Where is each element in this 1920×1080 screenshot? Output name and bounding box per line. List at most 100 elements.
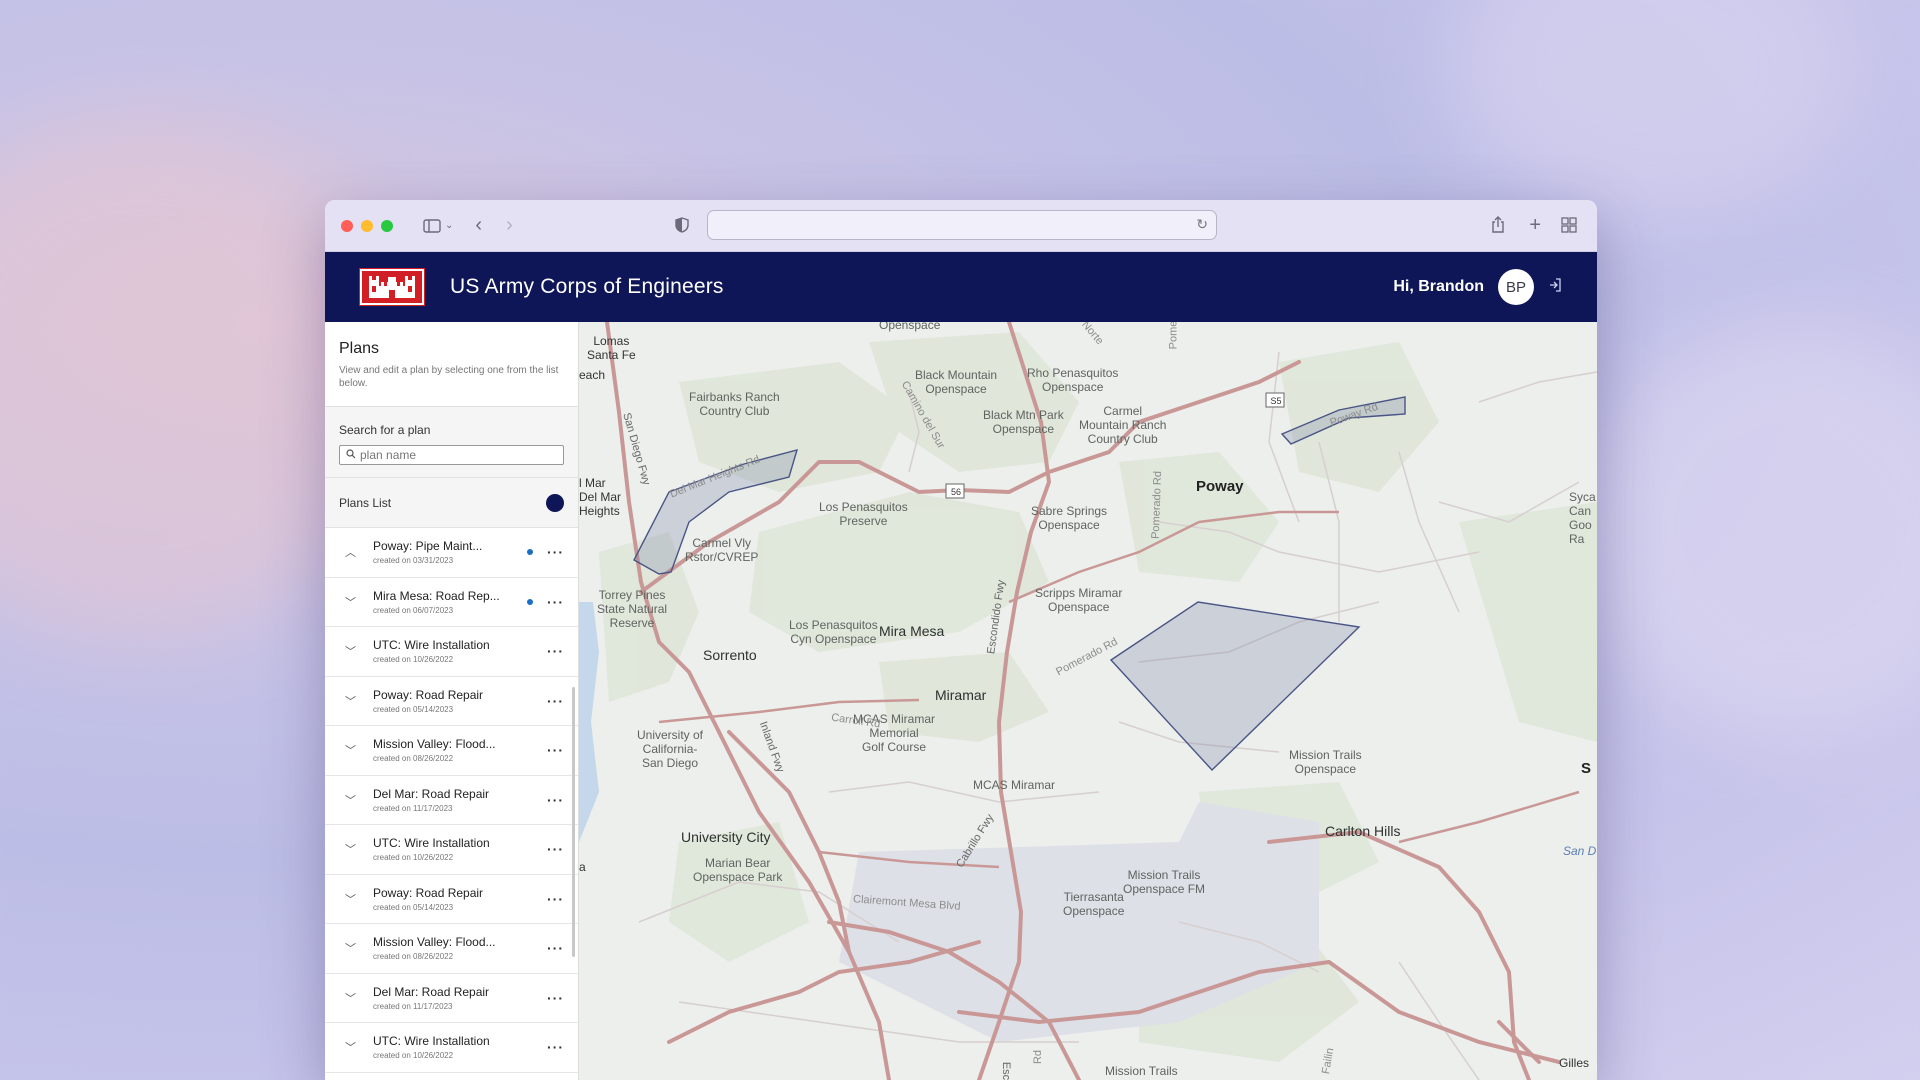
chevron-down-icon[interactable]: ⌄ — [445, 220, 453, 231]
search-input[interactable] — [360, 448, 540, 462]
chevron-down-icon[interactable]: ﹀ — [345, 693, 359, 709]
sidebar-toggle-icon[interactable] — [423, 218, 441, 233]
chevron-down-icon[interactable]: ﹀ — [345, 643, 359, 659]
more-options-icon[interactable]: ··· — [547, 990, 564, 1006]
plan-date: created on 11/17/2023 — [373, 803, 453, 813]
logout-icon[interactable] — [1548, 278, 1562, 296]
window-controls — [341, 219, 393, 232]
road-label: Pome — [1167, 322, 1180, 350]
more-options-icon[interactable]: ··· — [547, 693, 564, 709]
plan-name: UTC: Wire Installation — [373, 836, 490, 851]
road-label: Esc — [1000, 1061, 1013, 1080]
plan-text: Mission Valley: Flood... created on 08/26… — [373, 737, 547, 763]
map-label: Marian Bear Openspace Park — [693, 856, 783, 884]
map-label: San D — [1563, 844, 1597, 858]
status-dot-icon — [527, 598, 533, 605]
chevron-down-icon[interactable]: ﹀ — [345, 891, 359, 907]
status-indicator[interactable] — [546, 493, 564, 512]
zoom-dot-icon[interactable] — [381, 219, 393, 232]
more-options-icon[interactable]: ··· — [547, 742, 564, 758]
app-title: US Army Corps of Engineers — [450, 275, 724, 298]
chevron-down-icon[interactable]: ﹀ — [345, 841, 359, 857]
chevron-up-icon[interactable]: ︿ — [345, 544, 359, 560]
minimize-dot-icon[interactable] — [361, 219, 373, 232]
plan-list-item[interactable]: ﹀ Mira Mesa: Road Rep... created on 06/07/… — [325, 578, 578, 627]
plan-list-item[interactable]: ﹀ Del Mar: Road Repair created on 11/17/20… — [325, 974, 578, 1023]
plan-list-item[interactable]: ﹀ UTC: Wire Installation created on 10/26/… — [325, 825, 578, 875]
close-dot-icon[interactable] — [341, 219, 353, 232]
map-label: Sabre Springs Openspace — [1031, 504, 1108, 532]
chevron-down-icon[interactable]: ﹀ — [345, 940, 359, 956]
status-dot-icon — [527, 549, 533, 556]
plan-text: Poway: Road Repair created on 05/14/2023 — [373, 886, 547, 912]
plan-list-item[interactable]: ︿ Poway: Pipe Maint... created on 03/31/20… — [325, 528, 578, 578]
plans-list-title: Plans List — [339, 495, 392, 510]
map-label: a — [579, 860, 586, 874]
more-options-icon[interactable]: ··· — [547, 643, 564, 659]
privacy-shield-icon[interactable] — [675, 217, 689, 233]
new-tab-icon[interactable]: + — [1529, 214, 1541, 237]
sidebar-description: View and edit a plan by selecting one fr… — [339, 365, 559, 389]
reload-icon[interactable]: ↻ — [1196, 216, 1208, 233]
avatar[interactable]: BP — [1498, 269, 1534, 305]
map-label: Torrey Pines State Natural Reserve — [597, 588, 668, 630]
browser-toolbar: ⌄ ‹ › ↻ + — [325, 200, 1597, 252]
map-label: Carmel Vly Rstor/CVREP — [685, 536, 759, 564]
plan-list-item[interactable]: ﹀ UTC: Wire Installation created on 10/26/… — [325, 1023, 578, 1073]
more-options-icon[interactable]: ··· — [547, 1039, 564, 1055]
plan-date: created on 06/07/2023 — [373, 605, 454, 615]
map-label: Rho Penasquitos Openspace — [1027, 366, 1119, 394]
more-options-icon[interactable]: ··· — [547, 544, 564, 560]
plan-name: Mira Mesa: Road Rep... — [373, 588, 500, 603]
plan-text: Poway: Pipe Maint... created on 03/31/202… — [373, 539, 527, 565]
search-box[interactable] — [339, 445, 564, 465]
forward-arrow-icon[interactable]: › — [506, 214, 513, 237]
chevron-down-icon[interactable]: ﹀ — [345, 990, 359, 1006]
plan-name: Poway: Pipe Maint... — [373, 539, 483, 554]
chevron-down-icon[interactable]: ﹀ — [345, 1039, 359, 1055]
map-label: MCAS Miramar — [973, 778, 1056, 792]
address-bar[interactable]: ↻ — [707, 210, 1217, 240]
plan-list-item[interactable]: ﹀ Mission Valley: Flood... created on 08/2… — [325, 924, 578, 974]
plan-text: UTC: Wire Installation created on 10/26/2… — [373, 836, 547, 862]
plan-text: Mira Mesa: Road Rep... created on 06/07/2… — [373, 589, 527, 615]
plan-date: created on 08/26/2022 — [373, 754, 454, 764]
plan-list-item[interactable]: ﹀ Del Mar: Road Repair created on 11/17/20… — [325, 776, 578, 825]
map-label: Carmel Mountain Ranch Country Club — [1079, 404, 1167, 446]
plan-list-item[interactable]: ﹀ UTC: Wire Installation created on 10/26/… — [325, 627, 578, 677]
more-options-icon[interactable]: ··· — [547, 891, 564, 907]
road-label: Pomerado Rd — [1149, 470, 1165, 540]
chevron-down-icon[interactable]: ﹀ — [345, 594, 359, 610]
map-label: University City — [681, 829, 771, 845]
plan-list-item[interactable]: ﹀ Mission Valley: Flood... created on 08/2… — [325, 726, 578, 776]
map-label: Gilles — [1559, 1056, 1590, 1070]
more-options-icon[interactable]: ··· — [547, 940, 564, 956]
scrollbar[interactable] — [572, 687, 575, 957]
map-label: Los Penasquitos Cyn Openspace — [789, 618, 878, 646]
plan-polygon-mission-trails[interactable] — [1109, 601, 1361, 772]
map-label: Syca Can Goo Ra — [1569, 490, 1596, 546]
map-view[interactable]: Lomas Santa Fe each Openspace Fairbanks R… — [579, 322, 1597, 1080]
road-label: Rd — [1032, 1049, 1045, 1065]
map-label: Mission Trails — [1105, 1064, 1178, 1078]
plan-text: Mission Valley: Flood... created on 08/26… — [373, 935, 547, 961]
share-icon[interactable] — [1491, 216, 1505, 234]
plan-list-item[interactable]: ﹀ Poway: Road Repair created on 05/14/2023… — [325, 875, 578, 924]
more-options-icon[interactable]: ··· — [547, 594, 564, 610]
map-label: Sorrento — [703, 647, 757, 663]
plan-name: Del Mar: Road Repair — [373, 786, 490, 801]
tab-overview-icon[interactable] — [1561, 217, 1577, 233]
search-label: Search for a plan — [339, 423, 431, 437]
usace-castle-logo[interactable] — [359, 268, 425, 306]
search-icon — [346, 446, 356, 464]
plan-list-item[interactable]: ﹀ Poway: Road Repair created on 05/14/2023… — [325, 677, 578, 726]
back-arrow-icon[interactable]: ‹ — [475, 214, 482, 237]
plan-name: Poway: Road Repair — [373, 687, 484, 702]
map-label: l Mar Del Mar Heights — [579, 476, 622, 518]
ocean — [579, 602, 599, 842]
chevron-down-icon[interactable]: ﹀ — [345, 742, 359, 758]
more-options-icon[interactable]: ··· — [547, 841, 564, 857]
more-options-icon[interactable]: ··· — [547, 792, 564, 808]
map-label: Mission Trails Openspace FM — [1123, 868, 1206, 896]
chevron-down-icon[interactable]: ﹀ — [345, 792, 359, 808]
